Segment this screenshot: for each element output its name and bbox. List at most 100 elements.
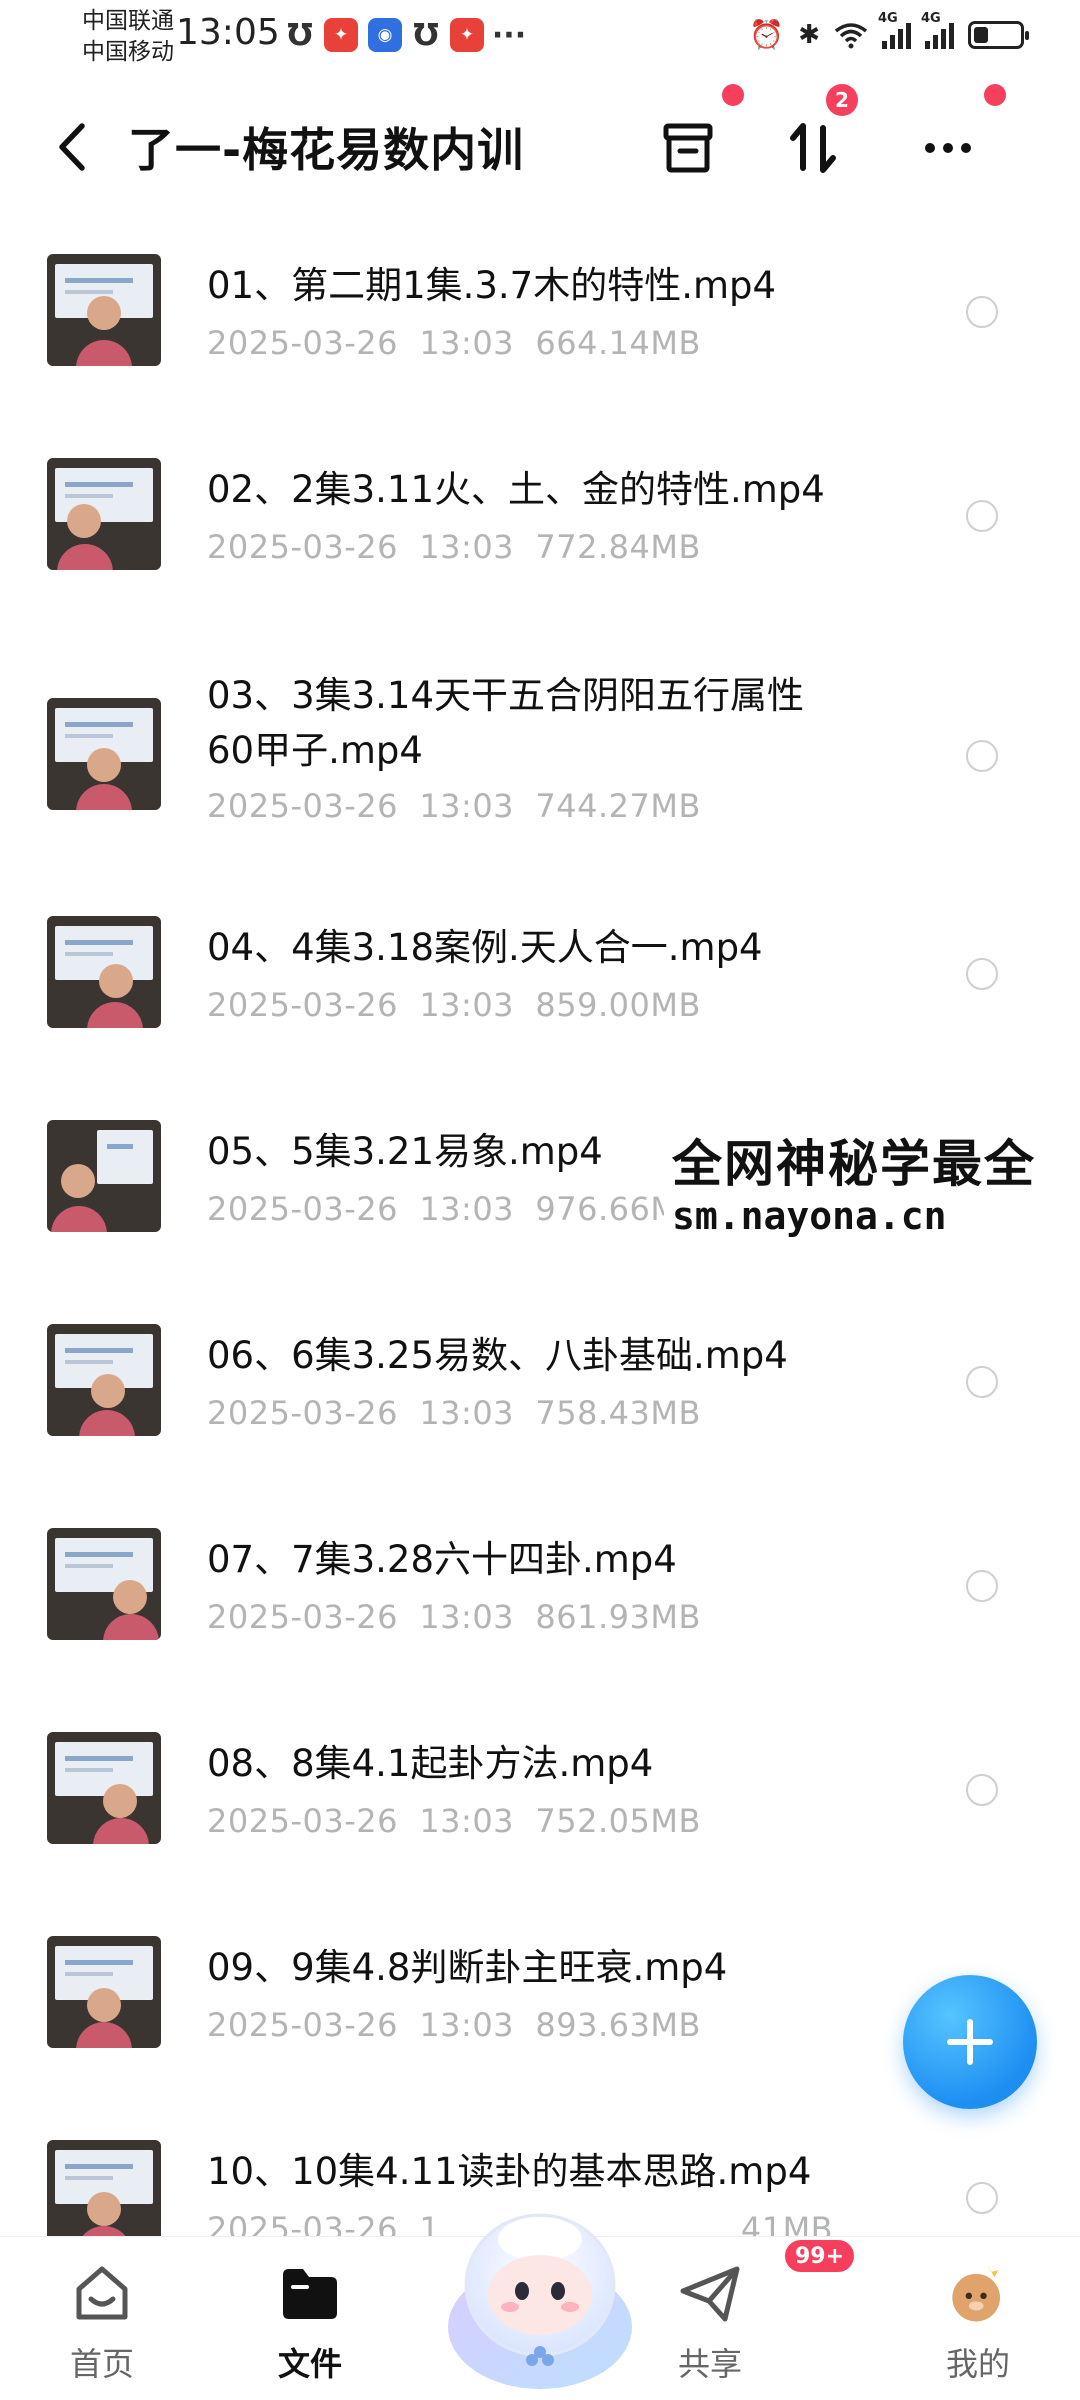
file-date: 2025-03-26 bbox=[207, 787, 398, 825]
select-radio[interactable] bbox=[966, 740, 998, 772]
back-button[interactable] bbox=[48, 120, 98, 174]
select-radio[interactable] bbox=[966, 1366, 998, 1398]
file-size: 861.93MB bbox=[535, 1598, 701, 1636]
file-meta: 2025-03-26 13:03 752.05MB bbox=[207, 1801, 701, 1841]
list-item[interactable]: 08、8集4.1起卦方法.mp4 2025-03-26 13:03 752.05… bbox=[0, 1708, 1080, 1908]
file-time: 13:03 bbox=[419, 2006, 515, 2044]
video-thumbnail bbox=[47, 1732, 161, 1844]
file-size: 976.66M bbox=[535, 1190, 679, 1228]
file-date: 2025-03-26 bbox=[207, 1190, 398, 1228]
nav-files[interactable]: 文件 bbox=[240, 2261, 380, 2391]
more-notifications-icon: ··· bbox=[491, 17, 527, 53]
carrier-names: 中国联通 中国移动 bbox=[82, 6, 174, 68]
file-meta: 2025-03-26 13:03 772.84MB bbox=[207, 527, 701, 567]
folder-icon bbox=[277, 2261, 343, 2327]
nav-share[interactable] bbox=[428, 2261, 568, 2391]
video-thumbnail bbox=[47, 916, 161, 1028]
more-dots-icon bbox=[925, 143, 971, 153]
home-icon bbox=[69, 2261, 135, 2327]
file-date: 2025-03-26 bbox=[207, 528, 398, 566]
file-time: 13:03 bbox=[419, 1190, 515, 1228]
nav-mine-label: 我的 bbox=[945, 2345, 1010, 2383]
network-type-1: 4G bbox=[878, 10, 898, 26]
nav-files-label: 文件 bbox=[277, 2345, 342, 2383]
video-thumbnail bbox=[47, 1528, 161, 1640]
file-time: 13:03 bbox=[419, 1394, 515, 1432]
file-name: 09、9集4.8判断卦主旺衰.mp4 bbox=[207, 1946, 728, 1989]
file-name: 06、6集3.25易数、八卦基础.mp4 bbox=[207, 1334, 788, 1377]
transfer-button[interactable] bbox=[775, 110, 851, 186]
recycle-bin-button[interactable] bbox=[650, 110, 726, 186]
avatar-icon bbox=[945, 2261, 1011, 2327]
select-radio[interactable] bbox=[966, 1570, 998, 1602]
select-radio[interactable] bbox=[966, 958, 998, 990]
blue-app-icon: ◉ bbox=[368, 18, 402, 52]
video-thumbnail bbox=[47, 1324, 161, 1436]
file-time: 13:03 bbox=[419, 1598, 515, 1636]
video-thumbnail bbox=[47, 458, 161, 570]
carrier-1: 中国联通 bbox=[82, 8, 174, 34]
archive-box-icon bbox=[663, 123, 713, 173]
file-meta: 2025-03-26 13:03 758.43MB bbox=[207, 1393, 701, 1433]
file-size: 893.63MB bbox=[535, 2006, 701, 2044]
file-date: 2025-03-26 bbox=[207, 1802, 398, 1840]
file-meta: 2025-03-26 13:03 859.00MB bbox=[207, 985, 701, 1025]
file-date: 2025-03-26 bbox=[207, 324, 398, 362]
file-name: 03、3集3.14天干五合阴阳五行属性 bbox=[207, 674, 805, 717]
transfer-badge: 2 bbox=[826, 84, 858, 116]
alarm-icon: ⏰ bbox=[749, 18, 785, 51]
file-size: 772.84MB bbox=[535, 528, 701, 566]
network-type-2: 4G bbox=[921, 10, 941, 26]
watermark-line-1: 全网神秘学最全 bbox=[672, 1135, 1036, 1193]
file-name: 01、第二期1集.3.7木的特性.mp4 bbox=[207, 264, 777, 307]
file-name-line2: 60甲子.mp4 bbox=[207, 729, 423, 772]
file-time: 13:03 bbox=[419, 1802, 515, 1840]
more-options-button[interactable] bbox=[910, 110, 986, 186]
video-thumbnail bbox=[47, 254, 161, 366]
list-item[interactable]: 04、4集3.18案例.天人合一.mp4 2025-03-26 13:03 85… bbox=[0, 892, 1080, 1092]
nav-share-tab[interactable]: 共享 bbox=[640, 2261, 780, 2391]
huawei-app-icon-2: ✦ bbox=[450, 18, 484, 52]
file-date: 2025-03-26 bbox=[207, 986, 398, 1024]
file-meta: 2025-03-26 13:03 861.93MB bbox=[207, 1597, 701, 1637]
list-item[interactable]: 02、2集3.11火、土、金的特性.mp4 2025-03-26 13:03 7… bbox=[0, 426, 1080, 626]
file-date: 2025-03-26 bbox=[207, 1394, 398, 1432]
file-size: 758.43MB bbox=[535, 1394, 701, 1432]
add-button[interactable] bbox=[903, 1975, 1037, 2109]
file-time: 13:03 bbox=[419, 986, 515, 1024]
status-clock: 13:05 bbox=[176, 12, 280, 53]
list-item[interactable]: 03、3集3.14天干五合阴阳五行属性 60甲子.mp4 2025-03-26 … bbox=[0, 640, 1080, 870]
huawei-app-icon: ✦ bbox=[324, 18, 358, 52]
select-radio[interactable] bbox=[966, 2182, 998, 2214]
bottom-nav: 首页 文件 共享 99+ 我的 bbox=[0, 2213, 1080, 2400]
select-radio[interactable] bbox=[966, 1774, 998, 1806]
select-radio[interactable] bbox=[966, 500, 998, 532]
file-size: 752.05MB bbox=[535, 1802, 701, 1840]
recycle-bin-dot bbox=[722, 84, 744, 106]
header: 了一-梅花易数内训 2 bbox=[0, 84, 1080, 202]
notif-u-icon: Ʊ bbox=[287, 17, 313, 53]
select-radio[interactable] bbox=[966, 296, 998, 328]
nav-mine[interactable]: 我的 bbox=[908, 2261, 1048, 2391]
file-size: 664.14MB bbox=[535, 324, 701, 362]
bluetooth-icon: ✱ bbox=[798, 19, 820, 50]
paper-plane-icon bbox=[677, 2261, 743, 2327]
notification-icons: Ʊ ✦ ◉ Ʊ ✦ ··· bbox=[286, 17, 527, 53]
file-time: 13:03 bbox=[419, 787, 515, 825]
plus-icon bbox=[947, 2019, 993, 2065]
list-item[interactable]: 07、7集3.28六十四卦.mp4 2025-03-26 13:03 861.9… bbox=[0, 1504, 1080, 1704]
chevron-left-icon bbox=[59, 123, 85, 171]
file-meta: 2025-03-26 13:03 893.63MB bbox=[207, 2005, 701, 2045]
video-thumbnail bbox=[47, 1936, 161, 2048]
file-name: 04、4集3.18案例.天人合一.mp4 bbox=[207, 926, 763, 969]
wifi-icon bbox=[834, 22, 868, 48]
list-item[interactable]: 01、第二期1集.3.7木的特性.mp4 2025-03-26 13:03 66… bbox=[0, 222, 1080, 422]
file-name: 07、7集3.28六十四卦.mp4 bbox=[207, 1538, 677, 1581]
more-options-dot bbox=[984, 84, 1006, 106]
status-bar: 中国联通 中国移动 13:05 Ʊ ✦ ◉ Ʊ ✦ ··· ⏰ ✱ 4G 4G bbox=[0, 0, 1080, 84]
system-icons: ⏰ ✱ 4G 4G bbox=[749, 11, 1029, 51]
file-meta: 2025-03-26 13:03 744.27MB bbox=[207, 786, 701, 826]
nav-home[interactable]: 首页 bbox=[32, 2261, 172, 2391]
signal-icon-1: 4G bbox=[878, 11, 911, 49]
list-item[interactable]: 06、6集3.25易数、八卦基础.mp4 2025-03-26 13:03 75… bbox=[0, 1300, 1080, 1500]
